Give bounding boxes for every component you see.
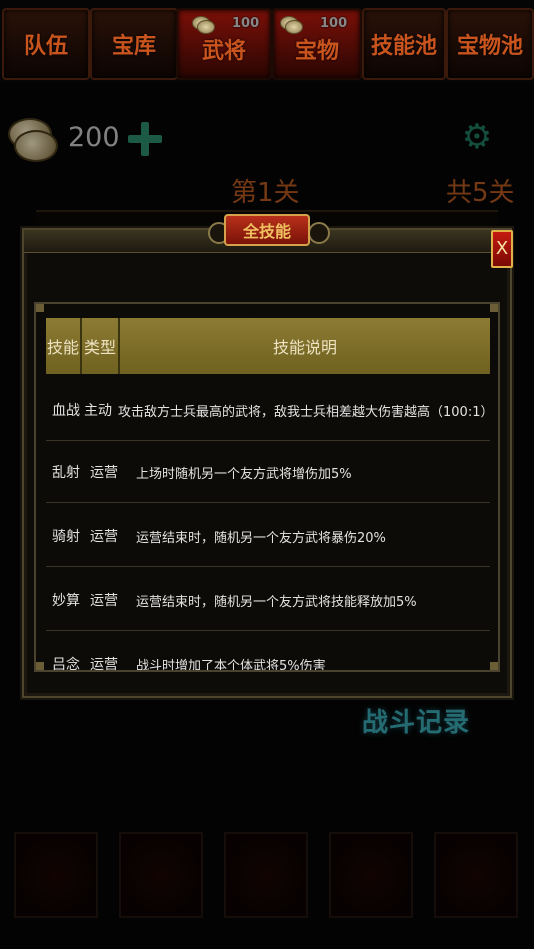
frame-corner	[490, 304, 498, 312]
frame-corner	[36, 304, 44, 312]
tab-label: 宝物	[294, 39, 339, 64]
tab-team[interactable]: 队伍	[2, 8, 90, 80]
table-row: 妙算 运营 运营结束时，随机另一个友方武将技能释放加5%	[46, 570, 490, 631]
tab-badge: 100	[192, 12, 259, 34]
frame-corner	[490, 662, 498, 670]
table-row: 乱射 运营 上场时随机另一个友方武将增伤加5%	[46, 442, 490, 503]
skills-table-frame: 技能 类型 技能说明 血战 主动 攻击敌方士兵最高的武将，敌我士兵相差越大伤害越…	[34, 302, 500, 672]
table-row: 骑射 运营 运营结束时，随机另一个友方武将暴伤20%	[46, 506, 490, 567]
tab-badge: 100	[280, 12, 347, 34]
table-row: 吕念 运营 战斗时增加了本个体武将5%伤害	[46, 634, 490, 672]
header-desc: 技能说明	[272, 338, 337, 357]
tab-label: 宝库	[111, 34, 156, 59]
tab-generals[interactable]: 100 武将	[176, 8, 272, 80]
skill-name: 乱射	[52, 465, 80, 481]
skill-desc: 运营结束时，随机另一个友方武将技能释放加5%	[136, 594, 417, 610]
tab-label: 武将	[201, 39, 246, 64]
tab-label: 技能池	[370, 34, 437, 59]
header-skill: 技能	[46, 318, 82, 374]
skill-desc: 上场时随机另一个友方武将增伤加5%	[136, 466, 352, 482]
frame-corner	[36, 662, 44, 670]
skill-name: 妙算	[52, 593, 80, 609]
skill-type: 主动	[84, 403, 112, 419]
close-button[interactable]: X	[491, 230, 513, 268]
header-type: 类型	[82, 318, 120, 374]
title-ornament-right	[308, 222, 330, 244]
modal-title-text: 全技能	[242, 222, 291, 241]
skill-name: 吕念	[52, 657, 80, 672]
skill-desc: 战斗时增加了本个体武将5%伤害	[136, 658, 326, 672]
skill-type: 运营	[90, 529, 118, 545]
coin-icon	[192, 14, 215, 34]
table-header: 技能 类型 技能说明	[46, 318, 490, 374]
skill-name: 骑射	[52, 529, 80, 545]
tab-treasure-pool[interactable]: 宝物池	[446, 8, 534, 80]
skill-type: 运营	[90, 657, 118, 672]
skill-desc: 攻击敌方士兵最高的武将，敌我士兵相差越大伤害越高（100:1）	[118, 404, 494, 420]
tab-treasures[interactable]: 100 宝物	[272, 8, 362, 80]
skill-type: 运营	[90, 465, 118, 481]
skill-type: 运营	[90, 593, 118, 609]
tab-label: 队伍	[23, 34, 68, 59]
tab-skill-pool[interactable]: 技能池	[362, 8, 446, 80]
tab-treasury[interactable]: 宝库	[90, 8, 178, 80]
badge-count: 100	[232, 15, 260, 31]
skill-desc: 运营结束时，随机另一个友方武将暴伤20%	[136, 530, 386, 546]
coin-icon	[280, 14, 303, 34]
skill-name: 血战	[52, 403, 80, 419]
top-tab-bar: 队伍 宝库 100 武将 100 宝物 技能池 宝物池	[0, 0, 534, 82]
tab-label: 宝物池	[456, 34, 523, 59]
close-label: X	[495, 238, 509, 259]
table-row: 血战 主动 攻击敌方士兵最高的武将，敌我士兵相差越大伤害越高（100:1）	[46, 380, 494, 441]
badge-count: 100	[320, 15, 348, 31]
modal-title: 全技能	[224, 214, 310, 246]
